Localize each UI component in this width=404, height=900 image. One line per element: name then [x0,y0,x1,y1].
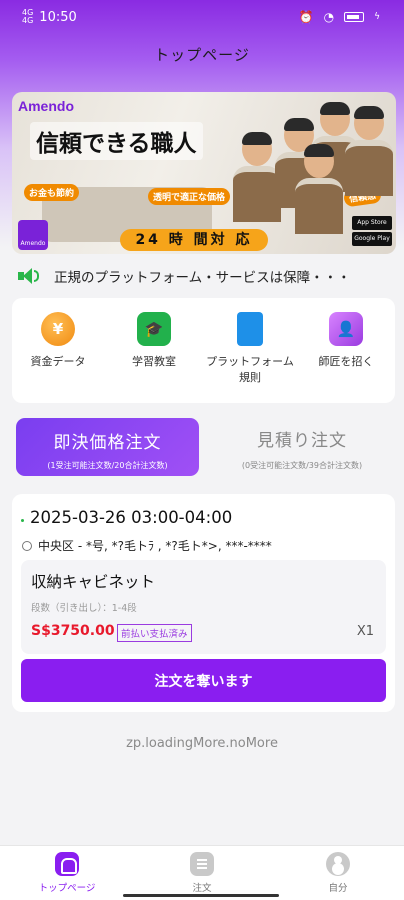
app-store-badge[interactable]: App Store [352,216,392,230]
quick-link-label: 資金データ [30,355,86,368]
orders-icon [190,852,214,876]
order-address: 中央区 - *号, *?毛トﾗ , *?毛ト*>, ***-**** [22,537,272,554]
page-title: トップページ [154,46,250,64]
location-icon [22,540,32,551]
order-address-text: 中央区 - *号, *?毛トﾗ , *?毛ト*>, ***-**** [38,539,272,553]
google-play-badge[interactable]: Google Play [352,232,392,246]
promo-banner[interactable]: Amendo 信頼できる職人 お金も節約 透明で適正な価格 信頼感 Amendo… [12,92,396,254]
nav-label: 注文 [192,883,212,894]
status-dot [21,519,24,522]
item-price: S$3750.00 [31,623,115,639]
tab-count: (1受注可能注文数/20合計注文数) [47,461,168,470]
banner-app-logo: Amendo [18,220,48,250]
banner-hours: 24 時 間対 応 [120,229,268,251]
nav-label: 自分 [328,883,348,894]
banner-headline: 信頼できる職人 [30,122,203,160]
banner-badge-price: 透明で適正な価格 [148,188,231,205]
quick-link-funds[interactable]: ¥ 資金データ [12,312,104,370]
nav-orders[interactable]: 注文 [152,852,252,894]
quick-link-rules[interactable]: プラットフォーム規則 [204,312,296,386]
network-indicator-2: 4G [22,16,34,25]
worker-illustration [295,144,343,234]
notice-text: 正規のプラットフォーム・サービスは保障・・・ [54,270,351,286]
speaker-icon [18,267,40,285]
grab-order-button[interactable]: 注文を奪います [21,659,386,702]
alarm-icon: ⏰ [298,10,314,24]
money-icon: ¥ [41,312,75,346]
tab-quote-orders[interactable]: 見積り注文 (0受注可能注文数/39合計注文数) [212,418,392,476]
order-item: 収納キャビネット 段数（引き出し）：1-4段 S$3750.00 前払い支払済み… [21,560,386,654]
home-icon [55,852,79,876]
nav-label: トップページ [38,883,96,894]
invite-user-icon: 👤 [329,312,363,346]
battery-icon [344,12,365,22]
status-bar: 4G 4G 10:50 ⏰ ◔ ϟ [0,0,404,34]
order-card[interactable]: 2025-03-26 03:00-04:00 中央区 - *号, *?毛トﾗ ,… [12,494,395,712]
tab-fixed-price-orders[interactable]: 即決価格注文 (1受注可能注文数/20合計注文数) [16,418,199,476]
tab-count: (0受注可能注文数/39合計注文数) [241,461,363,470]
tab-label: 即決価格注文 [53,433,162,453]
wifi-icon: ◔ [323,10,335,24]
service-notice[interactable]: 正規のプラットフォーム・サービスは保障・・・ [14,262,390,290]
quick-link-label: 学習教室 [132,355,176,368]
quick-link-label: 師匠を招く [318,355,374,368]
tab-label: 見積り注文 [257,431,347,451]
nav-home[interactable]: トップページ [17,852,117,894]
home-indicator[interactable] [123,894,279,897]
quick-link-learning[interactable]: 🎓 学習教室 [108,312,200,370]
charging-icon: ϟ [374,12,380,22]
item-quantity: X1 [356,624,374,639]
order-type-tabs: 即決価格注文 (1受注可能注文数/20合計注文数) 見積り注文 (0受注可能注文… [0,418,404,482]
quick-link-invite[interactable]: 👤 師匠を招く [300,312,392,370]
payment-status-badge: 前払い支払済み [117,624,192,642]
banner-brand: Amendo [18,98,74,114]
graduation-cap-icon: 🎓 [137,312,171,346]
list-end-text: zp.loadingMore.noMore [126,736,278,751]
quick-links-card: ¥ 資金データ 🎓 学習教室 プラットフォーム規則 👤 師匠を招く [12,298,395,403]
order-time: 2025-03-26 03:00-04:00 [30,508,233,527]
worker-illustration [345,106,393,196]
banner-badge-save: お金も節約 [24,184,80,201]
profile-icon [326,852,350,876]
item-name: 収納キャビネット [31,573,156,591]
bottom-nav: トップページ 注文 自分 [0,845,404,900]
quick-link-label: プラットフォーム規則 [206,355,294,384]
rules-book-icon [237,312,263,346]
nav-profile[interactable]: 自分 [288,852,388,894]
status-time: 10:50 [39,9,77,25]
item-spec: 段数（引き出し）：1-4段 [31,603,137,614]
